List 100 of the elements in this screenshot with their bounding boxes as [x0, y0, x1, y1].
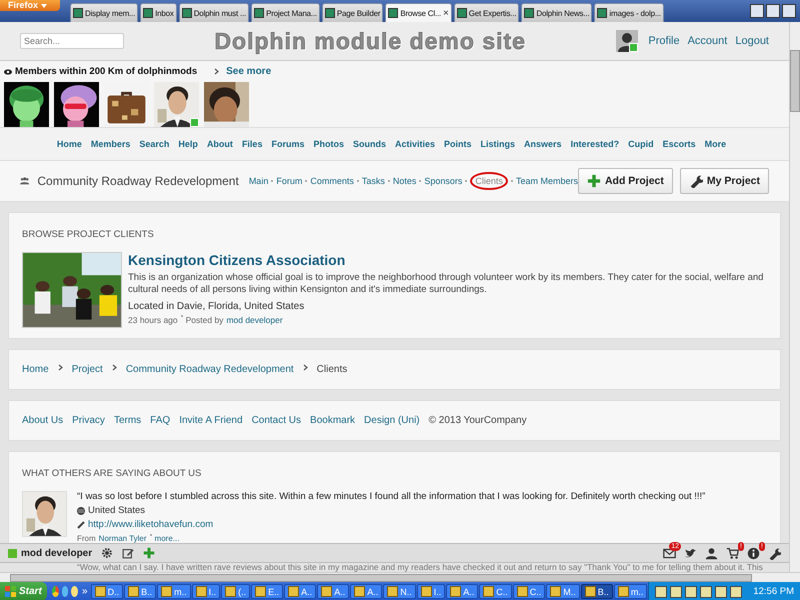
browser-icon[interactable]	[62, 586, 68, 597]
clock: 12:56 PM	[753, 586, 794, 597]
nav-item[interactable]: Files	[242, 139, 262, 149]
footer-link[interactable]: Privacy	[72, 415, 105, 426]
taskbar-button[interactable]: A..	[446, 584, 478, 599]
browser-tab[interactable]: Display mem...	[70, 3, 138, 22]
nav-item[interactable]: Search	[139, 139, 170, 149]
taskbar-button[interactable]: A..	[284, 584, 316, 599]
browser-tab[interactable]: Get Expertis...	[454, 3, 520, 22]
user-link[interactable]: Account	[688, 35, 728, 47]
app-icon	[128, 586, 140, 597]
footer-link[interactable]: Design (Uni)	[364, 415, 420, 426]
start-button[interactable]: Start	[0, 582, 47, 600]
browser-tab[interactable]: Dolphin must ...	[178, 3, 250, 22]
taskbar-button[interactable]: B..	[124, 584, 156, 599]
breadcrumb-link[interactable]: Project	[72, 364, 103, 375]
add-project-button[interactable]: Add Project	[578, 168, 673, 194]
footer-link[interactable]: FAQ	[150, 415, 170, 426]
more-button[interactable]: »	[82, 586, 88, 597]
footer-link[interactable]: Invite A Friend	[179, 415, 243, 426]
taskbar-button[interactable]: A..	[317, 584, 350, 599]
taskbar-button[interactable]: A..	[350, 584, 382, 599]
toolbar-user-name[interactable]: mod developer	[21, 548, 92, 558]
browser-tab[interactable]: Page Builder	[322, 3, 384, 22]
section-tab[interactable]: Comments	[310, 176, 354, 186]
taskbar-button[interactable]: I..	[192, 584, 220, 599]
taskbar-button[interactable]: M..	[546, 584, 580, 599]
section-tab[interactable]: Sponsors	[424, 176, 462, 186]
section-tab[interactable]: Main	[248, 176, 268, 186]
see-more-link[interactable]: See more	[226, 66, 272, 77]
nav-item[interactable]: Activities	[394, 139, 435, 149]
taskbar-button[interactable]: I..	[416, 584, 446, 599]
section-tab[interactable]: Notes	[392, 176, 416, 186]
window-restore-button[interactable]	[766, 4, 780, 18]
nav-item[interactable]: Interested?	[570, 139, 620, 149]
nav-item[interactable]: Sounds	[352, 139, 386, 149]
nav-item[interactable]: About	[206, 139, 233, 149]
tray-icon[interactable]	[715, 586, 728, 598]
browser-tab[interactable]: Browse Cl... ×	[385, 3, 452, 22]
taskbar-button[interactable]: B..	[580, 584, 613, 599]
taskbar-button[interactable]: E..	[251, 584, 284, 599]
footer-link[interactable]: Terms	[114, 415, 142, 426]
nav-item[interactable]: Cupid	[628, 139, 654, 149]
browser-tab[interactable]: Dolphin News...	[521, 3, 592, 22]
nav-item[interactable]: Photos	[313, 139, 344, 149]
author-link[interactable]: Norman Tyler	[98, 534, 147, 543]
tab-icon	[254, 8, 264, 18]
browser-tab[interactable]: images - dolp...	[594, 3, 664, 22]
site-title: Dolphin module demo site	[213, 28, 527, 54]
close-tab-button[interactable]: ×	[443, 8, 449, 18]
app-icon	[161, 586, 172, 597]
my-project-button[interactable]: My Project	[680, 168, 769, 194]
nav-item[interactable]: Listings	[480, 139, 516, 149]
nav-item[interactable]: More	[704, 139, 726, 149]
taskbar-button[interactable]: (..	[221, 584, 250, 599]
more-link[interactable]: more...	[154, 534, 180, 543]
breadcrumb-current: Clients	[316, 364, 348, 375]
footer-link[interactable]: Bookmark	[310, 415, 356, 426]
nav-item[interactable]: Points	[444, 139, 472, 149]
section-tab[interactable]: Forum	[276, 176, 302, 186]
taskbar-button[interactable]: N..	[383, 584, 416, 599]
search-field[interactable]: Search...	[20, 33, 124, 49]
footer-link[interactable]: About Us	[22, 415, 64, 426]
taskbar-button[interactable]: D..	[90, 584, 124, 599]
window-minimize-button[interactable]	[750, 4, 764, 18]
nav-item[interactable]: Escorts	[662, 139, 696, 149]
footer-link[interactable]: Contact Us	[252, 415, 302, 426]
breadcrumb-link[interactable]: Community Roadway Redevelopment	[126, 364, 294, 375]
tray-icon[interactable]	[730, 586, 742, 598]
user-link[interactable]: Profile	[648, 35, 680, 47]
nav-item[interactable]: Help	[178, 139, 198, 149]
tray-icon[interactable]	[655, 586, 668, 598]
breadcrumb-link[interactable]: Home	[22, 364, 49, 375]
window-close-button[interactable]	[782, 4, 796, 18]
nav-item[interactable]: Answers	[524, 139, 562, 149]
testimonial-url[interactable]: http://www.iliketohavefun.com	[88, 519, 214, 530]
globe-icon	[77, 506, 85, 514]
clock-icon[interactable]	[71, 586, 78, 597]
tray-icon[interactable]	[685, 586, 698, 598]
nav-item[interactable]: Forums	[271, 139, 304, 149]
taskbar-button[interactable]: m..	[614, 584, 648, 599]
browser-tab[interactable]: Project Mana...	[251, 3, 320, 22]
app-icon	[321, 586, 332, 597]
browser-tab[interactable]: Inbox	[140, 3, 177, 22]
section-tab[interactable]: Team Members	[516, 176, 578, 186]
taskbar-button[interactable]: C..	[479, 584, 512, 599]
members-title: Members within 200 Km of dolphinmods	[15, 66, 198, 77]
taskbar-button[interactable]: C..	[512, 584, 546, 599]
user-avatar[interactable]	[616, 30, 638, 52]
section-tab[interactable]: Tasks	[362, 176, 385, 186]
section-tab[interactable]: Clients	[470, 172, 508, 190]
author-link[interactable]: mod developer	[226, 315, 283, 325]
tray-icon[interactable]	[700, 586, 712, 598]
nav-item[interactable]: Members	[90, 139, 130, 149]
client-title[interactable]: Kensington Citizens Association	[128, 252, 767, 268]
taskbar-button[interactable]: m..	[157, 584, 191, 599]
tray-icon[interactable]	[670, 586, 682, 598]
user-link[interactable]: Logout	[735, 35, 769, 47]
browser-icon[interactable]	[52, 586, 59, 597]
nav-item[interactable]: Home	[56, 139, 82, 149]
